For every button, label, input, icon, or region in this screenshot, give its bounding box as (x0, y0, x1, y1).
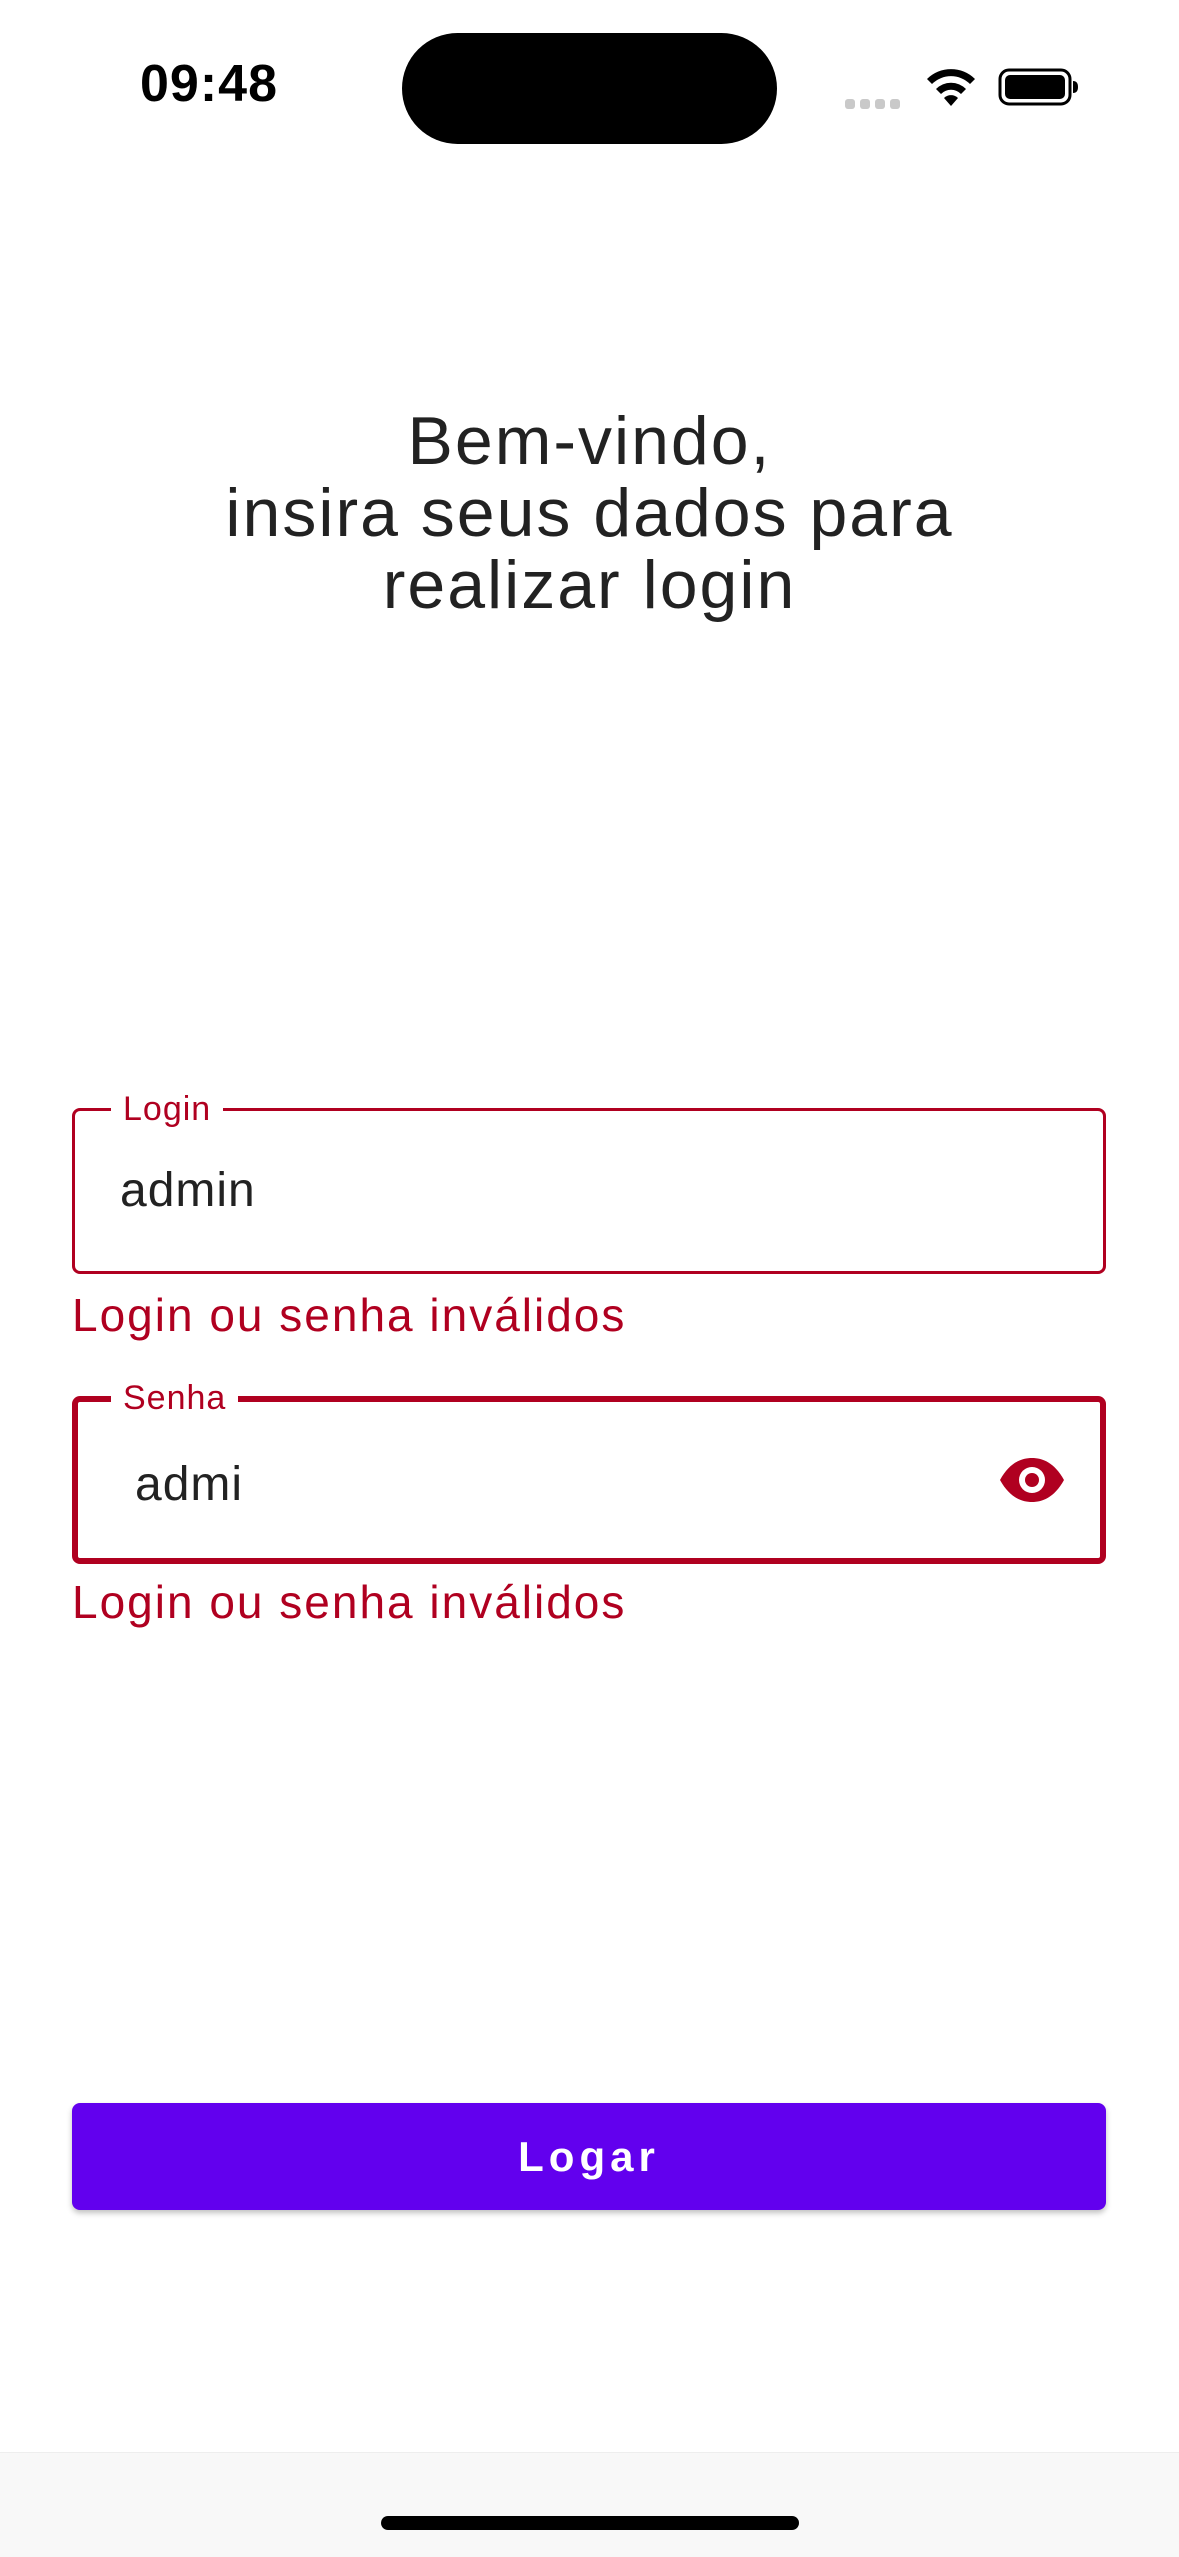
wifi-icon (927, 69, 975, 106)
status-bar: 09:48 (0, 0, 1179, 170)
eye-icon[interactable] (998, 1456, 1066, 1504)
bottom-bar (0, 2452, 1179, 2557)
home-indicator[interactable] (381, 2516, 799, 2530)
login-field-label: Login (111, 1089, 224, 1129)
title-line-1: Bem-vindo, (407, 403, 772, 479)
password-field-label: Senha (111, 1378, 239, 1418)
password-field[interactable]: Senha admi (72, 1378, 1106, 1564)
password-error-text: Login ou senha inválidos (72, 1576, 627, 1628)
login-button[interactable]: Logar (72, 2103, 1106, 2210)
cellular-signal-icon (845, 96, 905, 109)
login-field[interactable]: Login admin (72, 1089, 1106, 1274)
title-line-3: realizar login (382, 547, 797, 623)
login-input[interactable]: admin (120, 1163, 256, 1218)
login-error-text: Login ou senha inválidos (72, 1289, 627, 1341)
page-title: Bem-vindo, insira seus dados para realiz… (0, 405, 1179, 621)
battery-icon (998, 68, 1078, 106)
title-line-2: insira seus dados para (225, 475, 954, 551)
password-input[interactable]: admi (135, 1457, 243, 1512)
dynamic-island (402, 33, 777, 144)
status-time: 09:48 (140, 55, 278, 113)
